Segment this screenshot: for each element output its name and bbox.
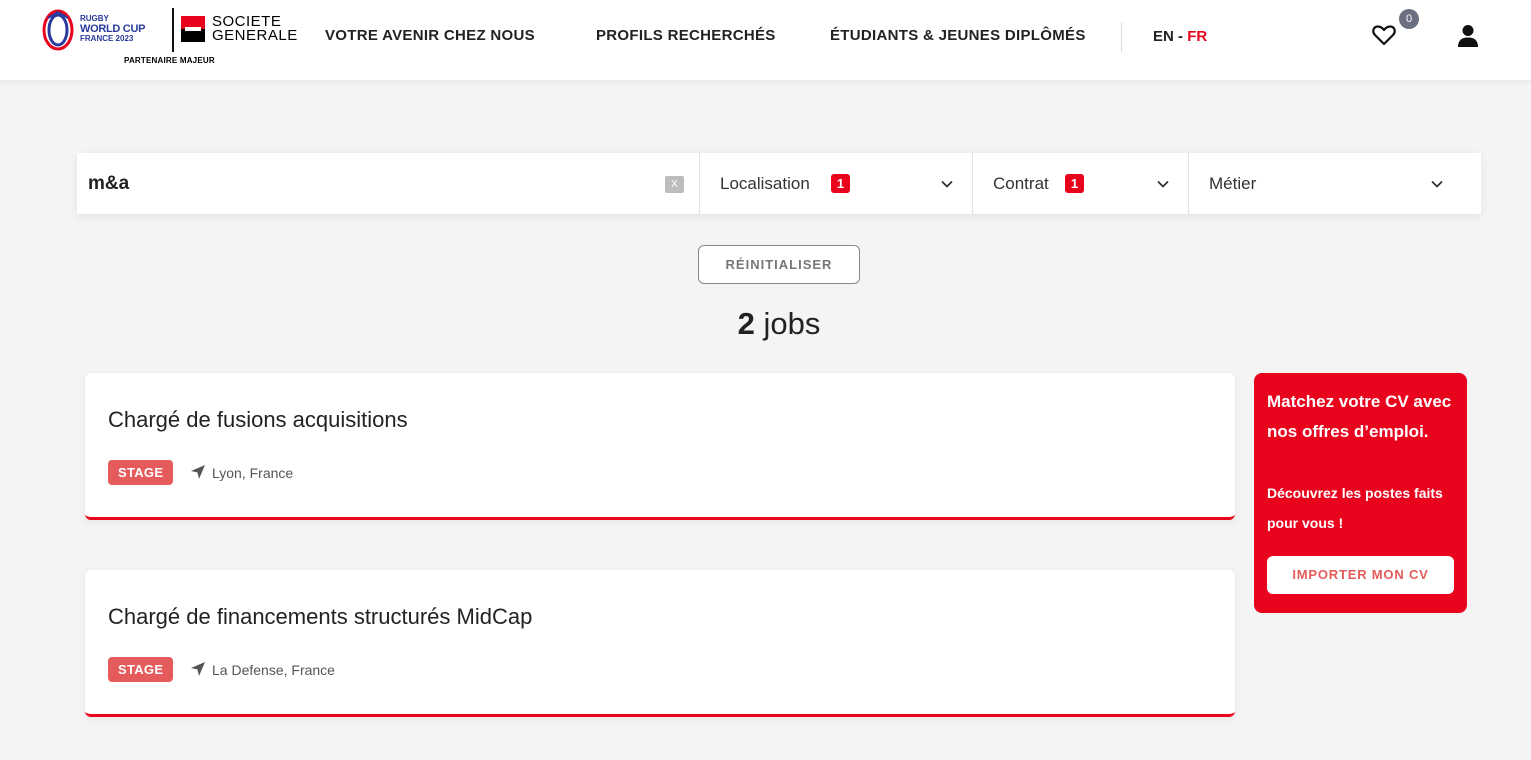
nav-divider bbox=[1121, 22, 1122, 52]
filter-localisation-label: Localisation bbox=[720, 174, 810, 193]
language-switcher: EN - FR bbox=[1153, 28, 1207, 45]
sg-name-line2: GENERALE bbox=[212, 27, 298, 44]
contract-tag: STAGE bbox=[108, 657, 174, 682]
filter-contrat[interactable]: Contrat 1 bbox=[972, 153, 1188, 214]
cv-match-promo: Matchez votre CV avec nos offres d’emplo… bbox=[1254, 373, 1467, 613]
promo-title: Matchez votre CV avec nos offres d’emplo… bbox=[1267, 392, 1452, 441]
partner-label: PARTENAIRE MAJEUR bbox=[124, 56, 215, 65]
promo-subtitle: Découvrez les postes faits pour vous ! bbox=[1267, 485, 1443, 531]
keyword-search-input[interactable] bbox=[88, 171, 648, 197]
rugby-world-cup-emblem-icon bbox=[42, 9, 74, 51]
chevron-down-icon bbox=[1431, 180, 1443, 188]
heart-icon[interactable] bbox=[1372, 24, 1396, 46]
results-count-unit: jobs bbox=[754, 306, 821, 341]
job-location: Lyon, France bbox=[212, 465, 294, 481]
job-card[interactable]: Chargé de fusions acquisitions STAGE Lyo… bbox=[85, 373, 1235, 520]
filter-metier-label: Métier bbox=[1209, 174, 1257, 193]
nav-etudiants[interactable]: ÉTUDIANTS & JEUNES DIPLÔMÉS bbox=[830, 27, 1086, 44]
site-header: RUGBY WORLD CUP FRANCE 2023 SOCIETE GENE… bbox=[0, 0, 1531, 80]
lang-en-link[interactable]: EN bbox=[1153, 28, 1174, 45]
location-arrow-icon bbox=[191, 662, 205, 676]
contract-tag: STAGE bbox=[108, 460, 174, 485]
job-card[interactable]: Chargé de financements structurés MidCap… bbox=[85, 570, 1235, 717]
user-icon[interactable] bbox=[1457, 24, 1479, 48]
filter-metier[interactable]: Métier bbox=[1188, 153, 1481, 214]
location-arrow-icon bbox=[191, 465, 205, 479]
filter-contrat-label: Contrat bbox=[993, 174, 1049, 193]
clear-search-button[interactable]: X bbox=[665, 176, 684, 193]
rugby-world-cup-logo[interactable]: RUGBY WORLD CUP FRANCE 2023 bbox=[40, 8, 170, 52]
nav-profils-recherches[interactable]: PROFILS RECHERCHÉS bbox=[596, 27, 776, 44]
filter-localisation[interactable]: Localisation 1 bbox=[699, 153, 972, 214]
chevron-down-icon bbox=[941, 180, 953, 188]
search-bar: X Localisation 1 Contrat 1 Métier bbox=[77, 153, 1481, 214]
results-count: 2 jobs bbox=[0, 306, 1531, 342]
favorites-count-badge: 0 bbox=[1399, 9, 1419, 29]
job-title[interactable]: Chargé de fusions acquisitions bbox=[108, 407, 408, 433]
chevron-down-icon bbox=[1157, 180, 1169, 188]
logo-divider bbox=[172, 8, 174, 52]
results-count-number: 2 bbox=[737, 306, 755, 341]
societe-generale-wordmark[interactable]: SOCIETE GENERALE bbox=[212, 14, 298, 44]
lang-separator: - bbox=[1173, 28, 1188, 45]
import-cv-button[interactable]: IMPORTER MON CV bbox=[1267, 556, 1454, 594]
lang-fr-link[interactable]: FR bbox=[1187, 28, 1207, 45]
nav-votre-avenir[interactable]: VOTRE AVENIR CHEZ NOUS bbox=[325, 27, 535, 44]
societe-generale-logo[interactable] bbox=[181, 16, 205, 42]
reset-filters-button[interactable]: RÉINITIALISER bbox=[698, 245, 860, 284]
rwc-logo-line3: FRANCE 2023 bbox=[80, 34, 134, 43]
filter-localisation-count: 1 bbox=[831, 174, 850, 193]
rwc-logo-line2: WORLD CUP bbox=[80, 23, 146, 35]
job-location: La Defense, France bbox=[212, 662, 335, 678]
filter-contrat-count: 1 bbox=[1065, 174, 1084, 193]
job-title[interactable]: Chargé de financements structurés MidCap bbox=[108, 604, 532, 630]
